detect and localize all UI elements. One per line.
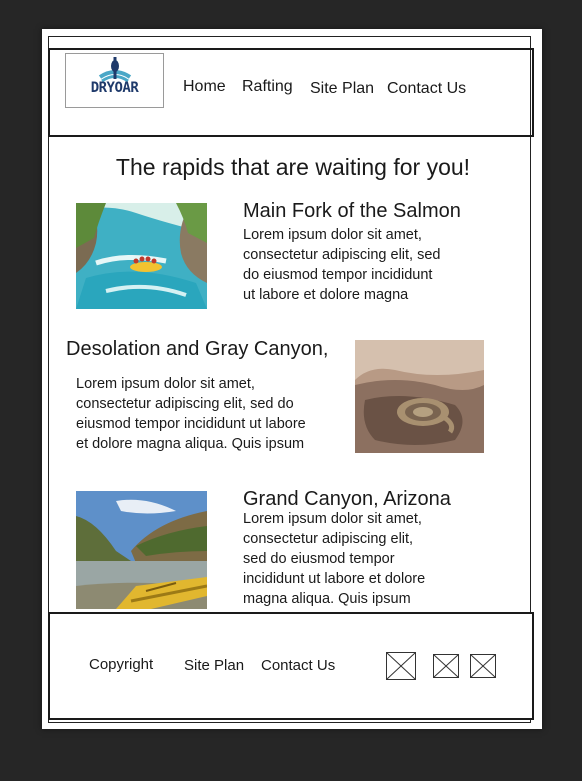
logo[interactable]: DRYOAR [65,53,164,108]
footer-copyright[interactable]: Copyright [89,656,153,673]
nav-rafting[interactable]: Rafting [242,78,293,96]
logo-text: DRYOAR [90,80,139,96]
nav-site-plan[interactable]: Site Plan [310,80,374,98]
rattlesnake-photo [355,340,484,453]
nav-contact-us[interactable]: Contact Us [387,80,466,98]
footer-contact-us[interactable]: Contact Us [261,657,335,674]
trip-description-grand-canyon: Lorem ipsum dolor sit amet, consectetur … [243,511,426,607]
trip-title-salmon[interactable]: Main Fork of the Salmon [243,200,461,223]
trip-description-desolation: Lorem ipsum dolor sit amet, consectetur … [76,376,306,452]
footer-site-plan[interactable]: Site Plan [184,657,244,674]
trip-title-desolation[interactable]: Desolation and Gray Canyon, [66,338,328,361]
page-headline: The rapids that are waiting for you! [115,154,471,180]
trip-title-grand-canyon[interactable]: Grand Canyon, Arizona [243,488,451,511]
image-placeholder-icon[interactable] [470,654,496,678]
image-placeholder-icon[interactable] [433,654,459,678]
salmon-rafting-photo [76,203,207,309]
image-placeholder-icon[interactable] [386,652,416,680]
grand-canyon-photo [76,491,207,609]
nav-home[interactable]: Home [183,78,226,96]
trip-description-salmon: Lorem ipsum dolor sit amet, consectetur … [243,227,441,303]
